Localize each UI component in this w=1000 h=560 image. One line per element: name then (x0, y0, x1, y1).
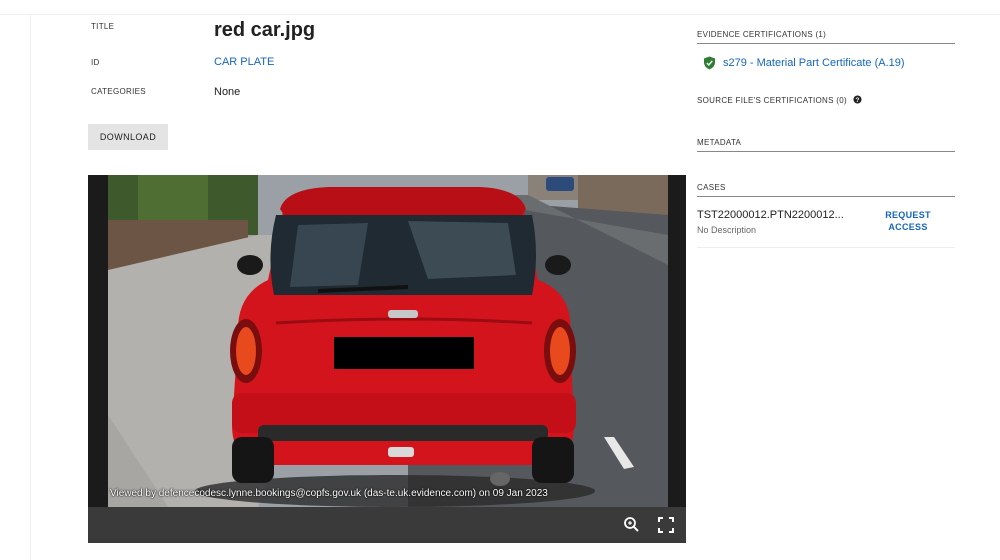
cases-label: CASES (697, 183, 726, 192)
file-title: red car.jpg (214, 19, 316, 41)
help-icon[interactable]: ? (852, 95, 862, 104)
viewer-toolbar (88, 507, 686, 543)
left-divider (30, 14, 31, 560)
id-link[interactable]: CAR PLATE (214, 56, 274, 68)
categories-value: None (214, 86, 241, 98)
svg-text:?: ? (855, 97, 859, 104)
top-divider (0, 14, 1000, 15)
title-label: TITLE (91, 22, 115, 31)
viewer-watermark: Viewed by defencecodesc.lynne.bookings@c… (110, 488, 548, 499)
certifications-divider (697, 43, 955, 44)
certification-link[interactable]: s279 - Material Part Certificate (A.19) (703, 56, 905, 70)
certification-text: s279 - Material Part Certificate (A.19) (723, 57, 905, 69)
case-row: TST22000012.PTN2200012... No Description… (697, 205, 955, 248)
cases-divider (697, 196, 955, 197)
evidence-certifications-label: EVIDENCE CERTIFICATIONS (1) (697, 30, 827, 39)
categories-label: CATEGORIES (91, 87, 146, 96)
source-certifications: SOURCE FILE'S CERTIFICATIONS (0) ? (697, 95, 862, 105)
zoom-in-icon[interactable] (622, 515, 642, 535)
shield-check-icon (704, 56, 715, 70)
case-description: No Description (697, 225, 757, 235)
case-id: TST22000012.PTN2200012... (697, 209, 844, 221)
evidence-photo (108, 175, 668, 507)
download-button[interactable]: DOWNLOAD (88, 124, 168, 150)
metadata-label: METADATA (697, 138, 742, 147)
image-viewer: Viewed by defencecodesc.lynne.bookings@c… (88, 175, 686, 543)
request-access-button[interactable]: REQUEST ACCESS (875, 209, 941, 233)
metadata-divider (697, 151, 955, 152)
fullscreen-icon[interactable] (656, 515, 676, 535)
id-label: ID (91, 58, 100, 67)
source-certifications-label: SOURCE FILE'S CERTIFICATIONS (0) (697, 96, 847, 105)
